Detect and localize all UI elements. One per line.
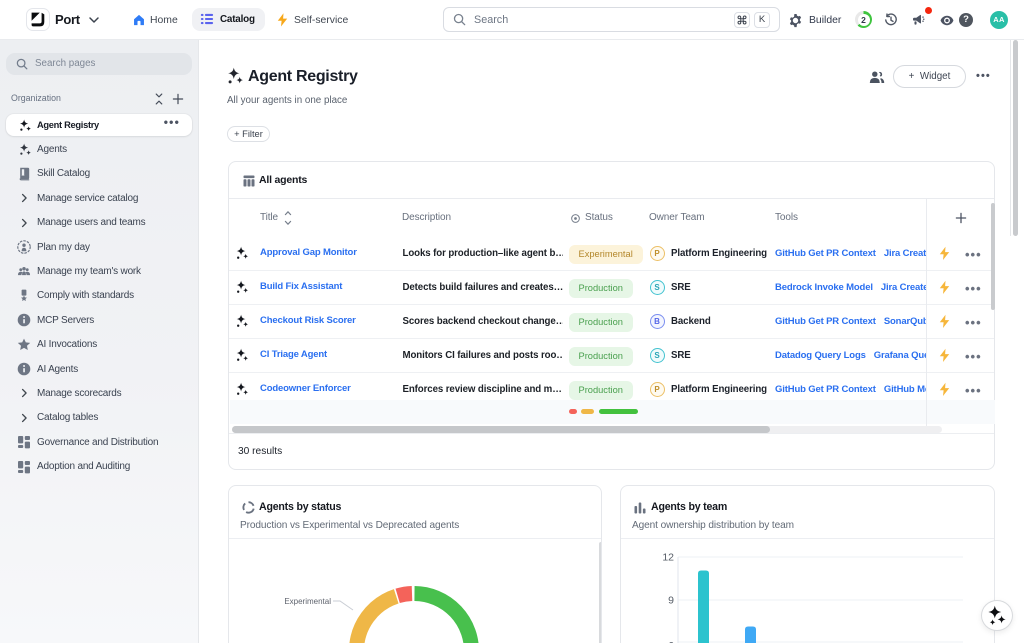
svg-text:9: 9 — [668, 595, 674, 607]
svg-text:Experimental: Experimental — [284, 597, 331, 606]
svg-text:12: 12 — [662, 552, 674, 564]
